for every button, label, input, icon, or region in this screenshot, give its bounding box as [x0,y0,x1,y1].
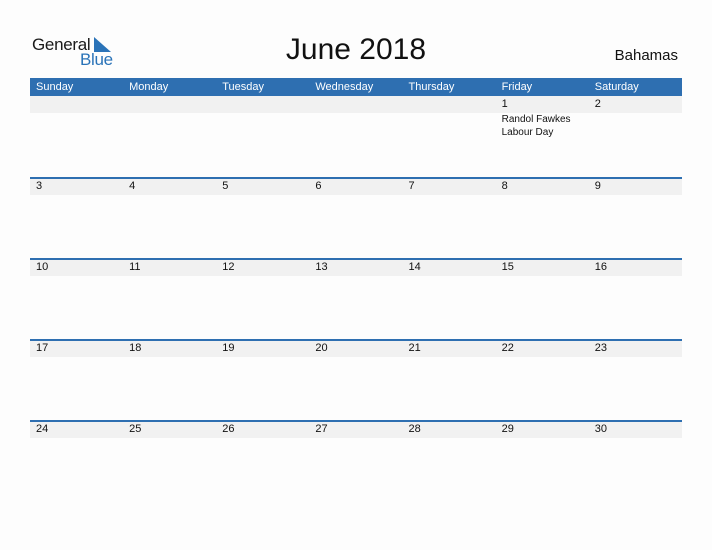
day-cell: 30 [589,421,682,502]
day-number: 14 [408,261,421,273]
day-number: 4 [129,180,136,192]
day-cell: 18 [123,340,216,421]
weekday-saturday: Saturday [594,81,639,93]
day-number: 2 [594,98,601,110]
day-cell: 27 [309,421,402,502]
day-cell: 1 Randol Fawkes Labour Day [496,96,589,177]
day-number: 9 [594,180,601,192]
day-number: 3 [36,180,43,192]
day-number: 13 [315,261,328,273]
weekday-sunday: Sunday [36,81,74,93]
day-cell: 3 [30,178,123,259]
day-cell: 12 [216,259,309,340]
day-cell: 9 [589,178,682,259]
day-cell [30,96,123,177]
day-cell: 5 [216,178,309,259]
day-number: 12 [222,261,235,273]
day-number: 26 [222,423,235,435]
day-number: 25 [129,423,142,435]
holiday-event: Randol Fawkes Labour Day [501,114,571,138]
day-number: 22 [501,342,514,354]
day-cell: 26 [216,421,309,502]
day-cell [216,96,309,177]
day-number: 21 [408,342,421,354]
day-cell: 15 [496,259,589,340]
day-number: 18 [129,342,142,354]
week-row: 3 4 5 6 7 8 9 [30,177,682,259]
week-row: 17 18 19 20 21 22 23 [30,339,682,421]
day-cell: 20 [309,340,402,421]
day-number [36,96,123,113]
day-cell: 10 [30,259,123,340]
weekday-monday: Monday [129,81,169,93]
day-cell: 28 [403,421,496,502]
day-number: 28 [408,423,421,435]
day-cell: 19 [216,340,309,421]
weekday-header: Sunday Monday Tuesday Wednesday Thursday… [30,78,682,96]
day-number: 19 [222,342,235,354]
weekday-tuesday: Tuesday [222,81,265,93]
week-row: 1 Randol Fawkes Labour Day 2 [30,96,682,177]
day-cell: 13 [309,259,402,340]
day-number [409,96,496,113]
day-number: 7 [408,180,415,192]
calendar-title: June 2018 [285,33,427,66]
weekday-friday: Friday [501,81,533,93]
week-row: 24 25 26 27 28 29 30 [30,420,682,502]
day-cell: 14 [403,259,496,340]
day-cell: 11 [123,259,216,340]
day-number: 10 [36,261,49,273]
day-cell: 7 [403,178,496,259]
day-cell: 21 [403,340,496,421]
day-cell: 22 [496,340,589,421]
day-cell: 6 [309,178,402,259]
day-cell: 4 [123,178,216,259]
day-cell: 16 [589,259,682,340]
day-number [222,96,309,113]
day-cell: 8 [496,178,589,259]
day-number: 1 [501,98,508,110]
day-cell: 2 [589,96,682,177]
day-number: 11 [129,261,141,273]
day-number: 6 [315,180,322,192]
day-number: 17 [36,342,49,354]
day-cell [309,96,402,177]
day-number: 23 [594,342,607,354]
day-cell: 17 [30,340,123,421]
day-number: 16 [594,261,607,273]
day-cell: 24 [30,421,123,502]
day-number: 15 [501,261,514,273]
day-number: 27 [315,423,328,435]
day-cell [123,96,216,177]
day-number: 20 [315,342,328,354]
day-number: 5 [222,180,229,192]
day-number: 30 [594,423,607,435]
day-cell [403,96,496,177]
day-number: 8 [501,180,508,192]
week-row: 10 11 12 13 14 15 16 [30,258,682,340]
weekday-wednesday: Wednesday [315,81,374,93]
day-cell: 25 [123,421,216,502]
day-number: 24 [36,423,49,435]
day-cell: 23 [589,340,682,421]
day-cell: 29 [496,421,589,502]
country-label: Bahamas [614,47,678,64]
day-number: 29 [501,423,514,435]
day-number [315,96,402,113]
weekday-thursday: Thursday [408,81,455,93]
day-number [129,96,216,113]
